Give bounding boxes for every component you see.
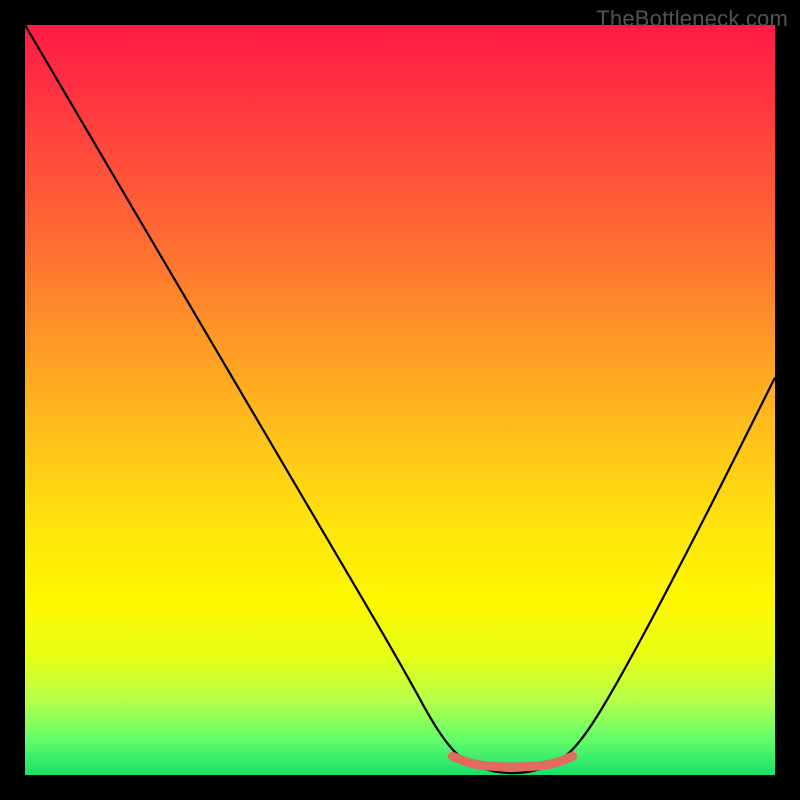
chart-frame: TheBottleneck.com	[0, 0, 800, 800]
bottleneck-curve-path	[25, 25, 775, 773]
curve-layer	[25, 25, 775, 775]
flat-highlight-path	[453, 756, 573, 767]
plot-area	[25, 25, 775, 775]
watermark-text: TheBottleneck.com	[596, 6, 788, 32]
